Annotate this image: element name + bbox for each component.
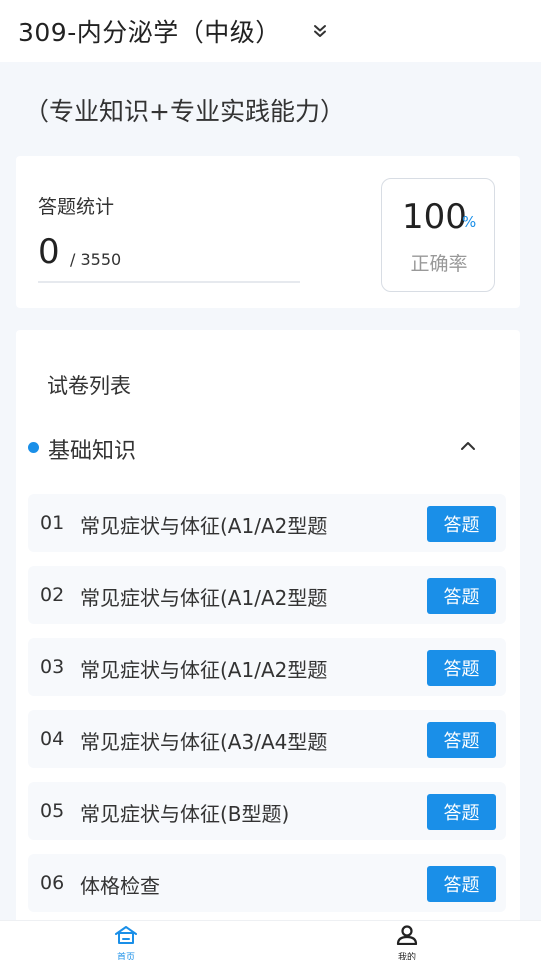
exam-row[interactable]: 04 常见症状与体征(A3/A4型题 答题 <box>28 710 506 768</box>
exam-row[interactable]: 03 常见症状与体征(A1/A2型题 答题 <box>28 638 506 696</box>
chevron-down-icon[interactable] <box>309 20 331 42</box>
bottom-tab-bar: 首页 我的 <box>0 920 541 960</box>
accuracy-label: 正确率 <box>410 253 468 275</box>
exam-title: 常见症状与体征(B型题) <box>80 802 290 826</box>
stats-card: 答题统计 0 / 3550 100 % 正确率 <box>16 156 520 308</box>
accuracy-value: 100 <box>402 197 467 237</box>
section-dot-icon <box>28 442 39 453</box>
exam-number: 02 <box>40 584 65 606</box>
exam-number: 03 <box>40 656 65 678</box>
home-icon <box>86 925 166 949</box>
section-label[interactable]: 基础知识 <box>48 433 136 465</box>
exam-number: 06 <box>40 872 65 894</box>
stats-divider <box>38 281 300 283</box>
answer-button[interactable]: 答题 <box>427 578 496 614</box>
answer-button[interactable]: 答题 <box>427 722 496 758</box>
answer-button[interactable]: 答题 <box>427 794 496 830</box>
tab-me[interactable]: 我的 <box>367 925 447 960</box>
app-header: 309-内分泌学（中级） <box>0 0 541 62</box>
exam-number: 04 <box>40 728 65 750</box>
exam-number: 05 <box>40 800 65 822</box>
exam-list-title: 试卷列表 <box>47 374 131 398</box>
exam-title: 常见症状与体征(A1/A2型题 <box>80 586 328 610</box>
answer-button[interactable]: 答题 <box>427 506 496 542</box>
answered-count: 0 <box>38 232 60 272</box>
user-icon <box>367 925 447 949</box>
answer-button[interactable]: 答题 <box>427 650 496 686</box>
tab-me-label: 我的 <box>397 953 416 960</box>
exam-list-card: 试卷列表 基础知识 01 常见症状与体征(A1/A2型题 答题 02 常见症状与… <box>16 330 520 930</box>
exam-title: 体格检查 <box>80 874 160 898</box>
stats-label: 答题统计 <box>38 196 115 218</box>
exam-title: 常见症状与体征(A1/A2型题 <box>80 658 328 682</box>
total-count: / 3550 <box>70 250 122 269</box>
tab-home[interactable]: 首页 <box>86 925 166 960</box>
chevron-up-icon[interactable] <box>456 434 480 458</box>
exam-row[interactable]: 06 体格检查 答题 <box>28 854 506 912</box>
exam-title: 常见症状与体征(A3/A4型题 <box>80 730 328 754</box>
accuracy-unit: % <box>462 213 477 231</box>
accuracy-box: 100 % 正确率 <box>381 178 495 292</box>
course-subtitle: （专业知识+专业实践能力） <box>24 97 345 126</box>
exam-title: 常见症状与体征(A1/A2型题 <box>80 514 328 538</box>
course-title[interactable]: 309-内分泌学（中级） <box>18 13 281 49</box>
exam-row[interactable]: 01 常见症状与体征(A1/A2型题 答题 <box>28 494 506 552</box>
exam-row[interactable]: 02 常见症状与体征(A1/A2型题 答题 <box>28 566 506 624</box>
tab-home-label: 首页 <box>116 953 135 960</box>
answer-button[interactable]: 答题 <box>427 866 496 902</box>
exam-row[interactable]: 05 常见症状与体征(B型题) 答题 <box>28 782 506 840</box>
exam-number: 01 <box>40 512 65 534</box>
